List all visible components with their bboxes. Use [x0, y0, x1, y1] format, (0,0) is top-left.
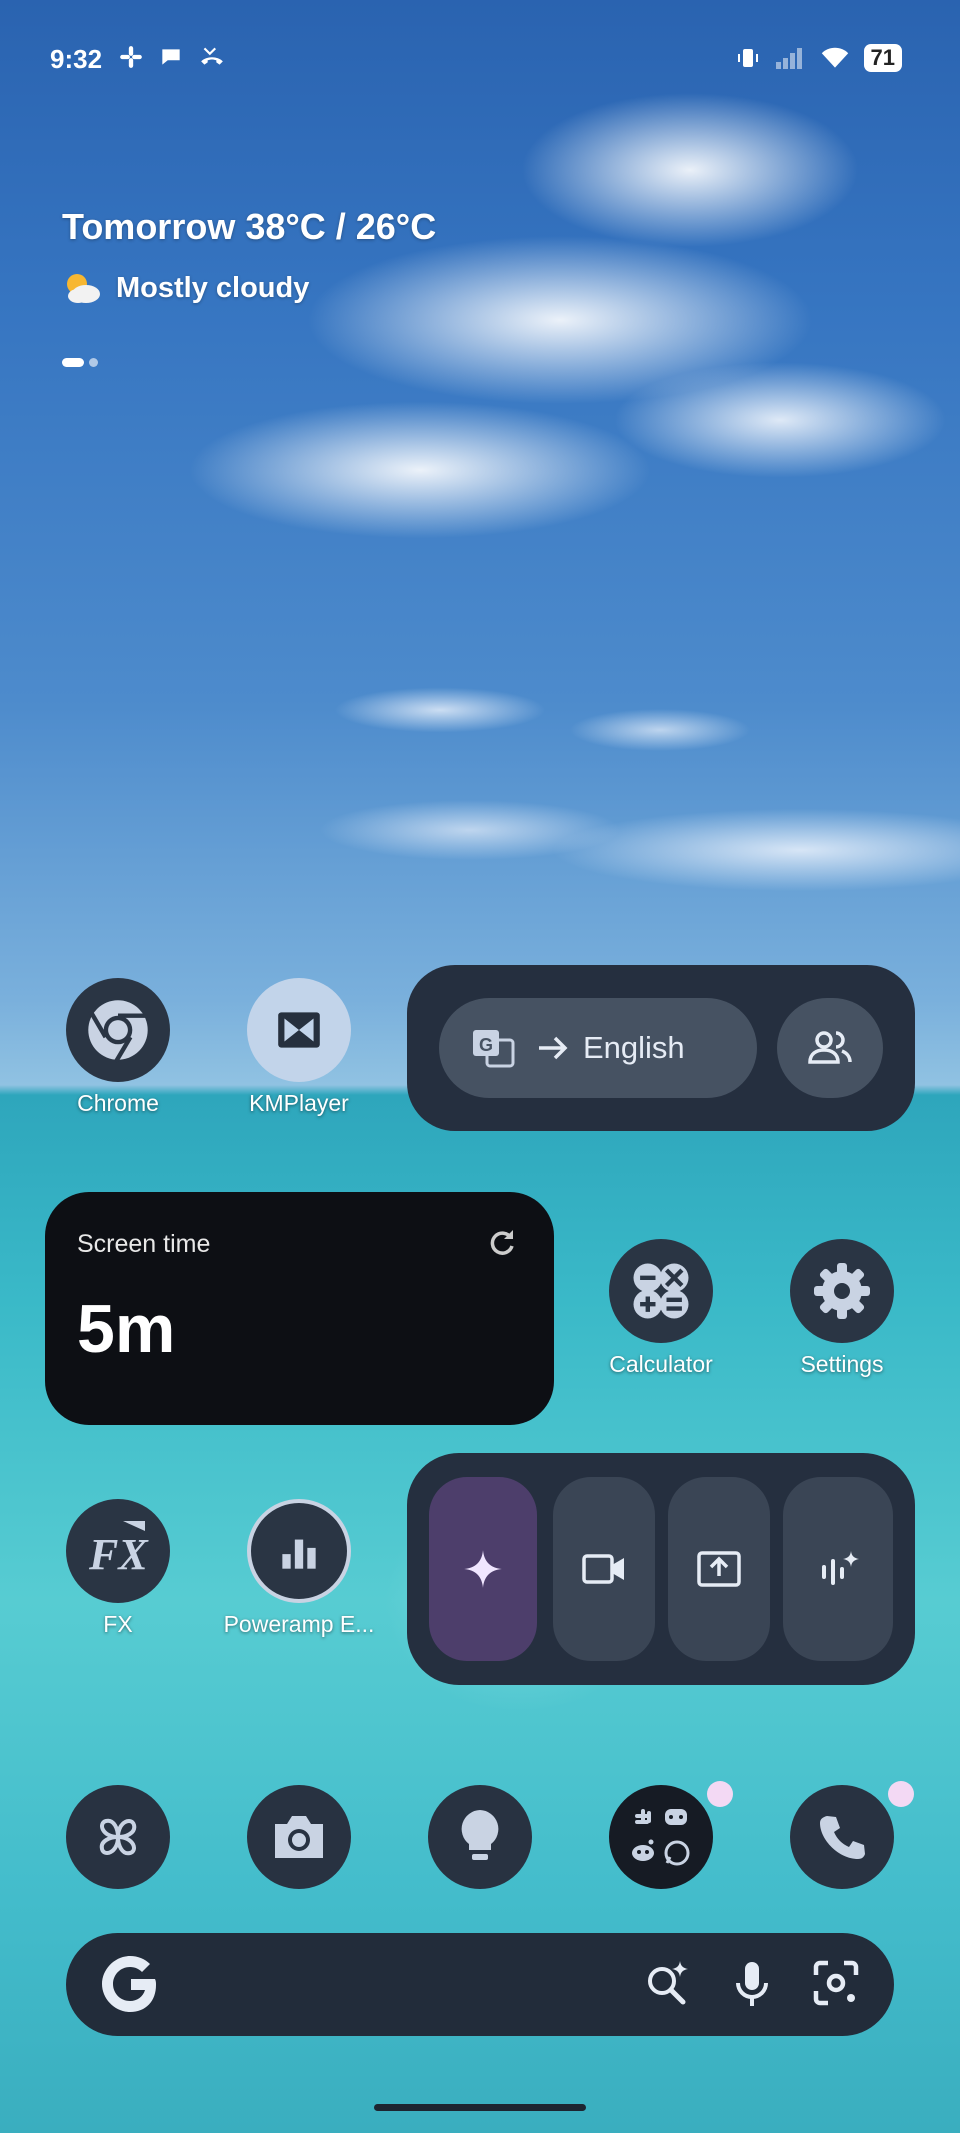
- lens-icon[interactable]: [812, 1959, 860, 2007]
- slack-icon: [120, 46, 142, 68]
- status-right: 71: [736, 44, 902, 72]
- dock-app-phone[interactable]: [762, 1781, 922, 1889]
- app-kmplayer[interactable]: KMPlayer: [219, 978, 379, 1117]
- app-label: Settings: [800, 1351, 884, 1377]
- weather-widget[interactable]: Tomorrow 38°C / 26°C Mostly cloudy: [62, 206, 436, 306]
- dock-app-camera[interactable]: [219, 1785, 379, 1889]
- google-translate-icon: G: [473, 1030, 515, 1068]
- app-folder-icon: [609, 1785, 713, 1889]
- video-call-button[interactable]: [553, 1477, 655, 1661]
- chrome-icon: [66, 978, 170, 1082]
- page-dot: [89, 358, 98, 367]
- gemini-button[interactable]: [429, 1477, 537, 1661]
- screen-share-icon: [697, 1551, 741, 1587]
- folder-discord-icon: [665, 1809, 687, 1825]
- sparkle-icon: [464, 1550, 502, 1588]
- fx-icon: FX: [66, 1499, 170, 1603]
- app-chrome[interactable]: Chrome: [38, 978, 198, 1117]
- conversation-mode-button[interactable]: [777, 998, 883, 1098]
- search-actions: [642, 1959, 860, 2009]
- page-dot-active: [62, 358, 84, 367]
- app-poweramp[interactable]: Poweramp E...: [219, 1499, 379, 1638]
- search-sparkle-icon[interactable]: [642, 1959, 692, 2009]
- google-search-bar[interactable]: [66, 1933, 894, 2036]
- arrow-right-icon: [539, 1036, 568, 1060]
- notification-badge: [888, 1781, 914, 1807]
- app-label: Calculator: [609, 1351, 713, 1377]
- wifi-icon: [821, 47, 848, 68]
- dock-app-lightbulb[interactable]: [400, 1785, 560, 1889]
- screen-share-button[interactable]: [668, 1477, 770, 1661]
- folder-reddit-icon: [632, 1839, 654, 1861]
- weather-forecast: Tomorrow 38°C / 26°C: [62, 206, 437, 247]
- google-g-icon[interactable]: [96, 1949, 166, 2019]
- lightbulb-icon: [428, 1785, 532, 1889]
- status-time: 9:32: [50, 44, 103, 74]
- live-voice-button[interactable]: [783, 1477, 893, 1661]
- chat-bubble-icon: [162, 49, 180, 65]
- kmplayer-icon: [247, 978, 351, 1082]
- partly-cloudy-icon: [67, 274, 100, 303]
- status-bar: 9:32 71: [0, 0, 960, 120]
- weather-condition-row: Mostly cloudy: [62, 270, 436, 306]
- svg-text:G: G: [479, 1035, 493, 1055]
- app-label: KMPlayer: [249, 1090, 349, 1116]
- notification-icons: [118, 44, 226, 70]
- video-camera-icon: [582, 1554, 624, 1584]
- screen-time-widget[interactable]: Screen time 5m: [45, 1192, 554, 1425]
- signal-icon: [775, 48, 802, 69]
- refresh-icon[interactable]: [486, 1226, 518, 1258]
- app-calculator[interactable]: Calculator: [581, 1239, 741, 1378]
- weather-condition-text: Mostly cloudy: [116, 271, 310, 304]
- translate-to-english-button[interactable]: G English: [439, 998, 757, 1098]
- screen-time-title: Screen time: [77, 1230, 211, 1258]
- gesture-nav-handle[interactable]: [374, 2104, 586, 2111]
- voice-sparkle-icon: [822, 1551, 859, 1585]
- quick-actions-widget: [407, 1453, 915, 1685]
- svg-text:FX: FX: [88, 1530, 149, 1579]
- app-settings[interactable]: Settings: [762, 1239, 922, 1378]
- camera-icon: [247, 1785, 351, 1889]
- folder-slack-icon: [635, 1809, 651, 1824]
- notification-badge: [707, 1781, 733, 1807]
- app-label: Poweramp E...: [223, 1611, 375, 1637]
- translate-widget: G English: [407, 965, 915, 1131]
- app-fx[interactable]: FX FX: [38, 1499, 198, 1638]
- calculator-icon: [609, 1239, 713, 1343]
- screen-time-value: 5m: [77, 1291, 176, 1367]
- vibrate-icon: [737, 49, 758, 67]
- dock-app-folder[interactable]: [581, 1781, 741, 1889]
- dock-app-pinwheel[interactable]: [38, 1785, 198, 1889]
- gear-icon: [790, 1239, 894, 1343]
- missed-call-icon: [201, 47, 223, 65]
- app-label: Chrome: [77, 1090, 159, 1116]
- battery-indicator: 71: [863, 44, 902, 72]
- phone-icon: [790, 1785, 894, 1889]
- poweramp-icon: [247, 1499, 351, 1603]
- page-indicator: [62, 358, 98, 367]
- pinwheel-icon: [66, 1785, 170, 1889]
- mic-icon[interactable]: [732, 1959, 772, 2009]
- app-label: FX: [103, 1611, 133, 1637]
- folder-whatsapp-icon: [664, 1840, 690, 1866]
- target-language: English: [583, 1030, 685, 1065]
- people-icon: [808, 1031, 852, 1064]
